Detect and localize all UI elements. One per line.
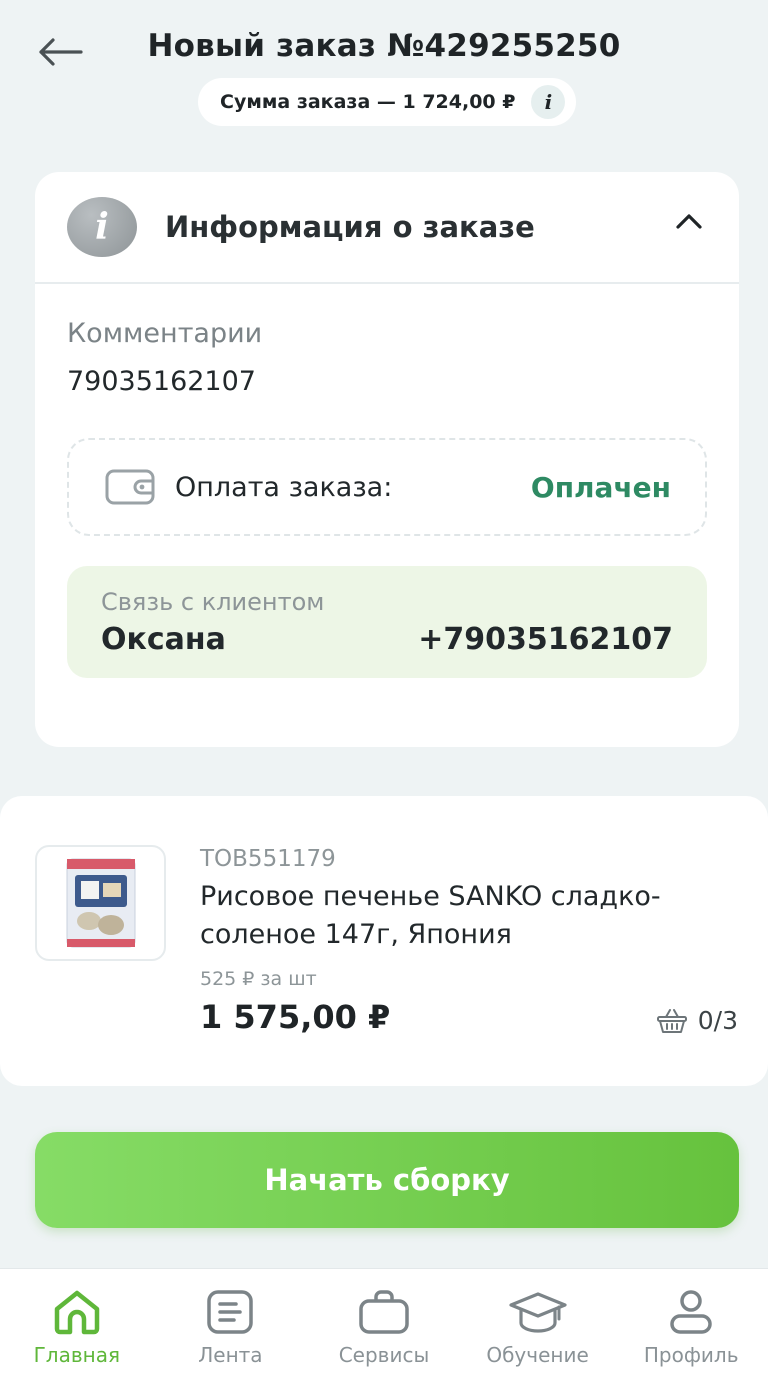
comment-label: Комментарии [67, 318, 263, 349]
basket-icon [656, 1008, 687, 1033]
order-info-header[interactable]: i Информация о заказе [35, 172, 739, 284]
nav-item-home[interactable]: Главная [0, 1269, 154, 1376]
product-image [35, 845, 166, 961]
client-contact-box: Связь с клиентом Оксана +79035162107 [67, 566, 707, 678]
payment-box: Оплата заказа: Оплачен [67, 438, 707, 536]
client-contact-row: Оксана +79035162107 [101, 622, 673, 657]
feed-icon [207, 1290, 254, 1334]
info-icon[interactable]: i [531, 85, 566, 119]
chevron-up-icon[interactable] [675, 212, 703, 230]
profile-icon [670, 1290, 712, 1334]
nav-item-learning[interactable]: Обучение [461, 1269, 615, 1376]
order-sum-text: Сумма заказа — 1 724,00 ₽ [220, 91, 516, 113]
nav-label-profile: Профиль [643, 1343, 739, 1367]
nav-label-feed: Лента [198, 1343, 263, 1367]
nav-label-home: Главная [33, 1343, 120, 1367]
nav-item-profile[interactable]: Профиль [614, 1269, 768, 1376]
nav-item-feed[interactable]: Лента [154, 1269, 308, 1376]
order-info-card: i Информация о заказе Комментарии 790351… [35, 172, 739, 747]
payment-label: Оплата заказа: [175, 471, 393, 503]
nav-label-services: Сервисы [338, 1343, 430, 1367]
payment-status: Оплачен [530, 470, 671, 504]
home-icon [54, 1290, 100, 1335]
order-info-title: Информация о заказе [165, 210, 535, 244]
order-sum-pill: Сумма заказа — 1 724,00 ₽ i [198, 78, 576, 126]
comment-value: 79035162107 [67, 366, 256, 397]
wallet-icon [105, 469, 155, 505]
page-title: Новый заказ №429255250 [147, 28, 621, 64]
graduation-cap-icon [508, 1292, 567, 1333]
product-picked-counter: 0/3 [656, 1006, 738, 1035]
bottom-navigation: Главная Лента Сервисы Обучение Профиль [0, 1268, 768, 1376]
nav-item-services[interactable]: Сервисы [307, 1269, 461, 1376]
rice-cracker-package-icon [66, 858, 135, 948]
nav-label-learning: Обучение [486, 1343, 589, 1367]
product-card[interactable]: ТОВ551179 Рисовое печенье SANKO сладко-с… [0, 796, 768, 1086]
info-circle-icon: i [67, 197, 137, 257]
product-name: Рисовое печенье SANKO сладко-соленое 147… [200, 881, 661, 950]
product-unit-price: 525 ₽ за шт [200, 968, 317, 990]
client-name: Оксана [101, 622, 226, 657]
product-total-price: 1 575,00 ₽ [200, 998, 391, 1036]
briefcase-icon [359, 1290, 409, 1334]
start-picking-button[interactable]: Начать сборку [35, 1132, 739, 1228]
client-contact-label: Связь с клиентом [101, 588, 325, 616]
picked-count-value: 0/3 [697, 1006, 738, 1035]
product-sku: ТОВ551179 [200, 846, 336, 872]
client-phone-link[interactable]: +79035162107 [418, 622, 673, 657]
